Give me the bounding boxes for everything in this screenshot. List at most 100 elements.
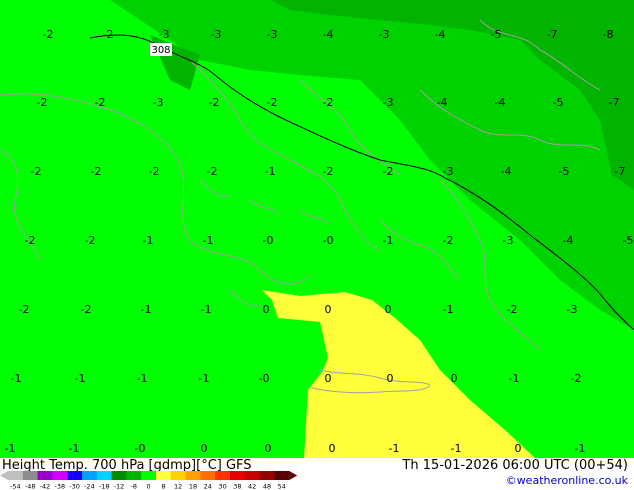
temp-label: -2 [149, 165, 160, 178]
scale-tick-label: 38 [233, 483, 241, 490]
temp-label: -1 [383, 234, 394, 247]
temp-label: 0 [325, 372, 332, 385]
scale-tick-label: 54 [278, 483, 286, 490]
temp-label: -2 [43, 28, 54, 41]
temp-label: -2 [19, 303, 30, 316]
contour-label: 308 [151, 45, 170, 56]
temp-label: -3 [153, 96, 164, 109]
scale-tick-label: 0 [147, 483, 151, 490]
temp-label: 0 [325, 303, 332, 316]
temp-label: -1 [5, 442, 16, 455]
scale-swatch [111, 471, 127, 480]
temp-label: -1 [443, 303, 454, 316]
map-datetime: Th 15-01-2026 06:00 UTC (00+54) [402, 458, 628, 473]
temp-label: -1 [451, 442, 462, 455]
temp-label: -2 [383, 165, 394, 178]
temp-label: -2 [323, 165, 334, 178]
temp-label: -1 [265, 165, 276, 178]
temp-label: -3 [159, 28, 170, 41]
scale-swatch [8, 471, 24, 480]
temp-label: -1 [69, 442, 80, 455]
temp-label: -1 [137, 372, 148, 385]
temp-label: 0 [201, 442, 208, 455]
temp-label: -0 [259, 372, 270, 385]
scale-tick-label: 30 [218, 483, 226, 490]
scale-left-arrow [0, 471, 8, 480]
temp-label: -1 [203, 234, 214, 247]
credit-link[interactable]: ©weatheronline.co.uk [506, 474, 628, 487]
map-footer: Height Temp. 700 hPa [gdmp][°C] GFS Th 1… [0, 458, 634, 490]
temp-label: -2 [25, 234, 36, 247]
temp-label: -8 [603, 28, 614, 41]
scale-swatch [52, 471, 68, 480]
scale-tick-label: 18 [189, 483, 197, 490]
scale-right-arrow [289, 471, 298, 480]
temp-label: -0 [135, 442, 146, 455]
temp-label: -2 [91, 165, 102, 178]
temp-label: -2 [31, 165, 42, 178]
scale-swatch [96, 471, 113, 480]
temp-label: -1 [389, 442, 400, 455]
temp-label: -3 [211, 28, 222, 41]
scale-tick-label: 12 [174, 483, 182, 490]
temp-label: -2 [267, 96, 278, 109]
scale-tick-label: -24 [84, 483, 95, 490]
scale-swatch [156, 471, 172, 480]
temp-label: -1 [199, 372, 210, 385]
scale-tick-label: -48 [25, 483, 36, 490]
temp-label: -4 [323, 28, 334, 41]
scale-swatch [230, 471, 246, 480]
temp-label: -0 [323, 234, 334, 247]
scale-swatch [259, 471, 275, 480]
scale-swatch [274, 471, 290, 480]
temp-label: -2 [85, 234, 96, 247]
temp-label: -1 [75, 372, 86, 385]
temp-label: -2 [37, 96, 48, 109]
temp-label: -2 [571, 372, 582, 385]
scale-swatch [244, 471, 261, 480]
scale-tick-label: 48 [263, 483, 271, 490]
scale-tick-label: -30 [69, 483, 80, 490]
temp-label: -5 [491, 28, 502, 41]
temp-label: -3 [267, 28, 278, 41]
temp-label: -3 [443, 165, 454, 178]
scale-tick-label: 8 [161, 483, 165, 490]
scale-swatch [37, 471, 53, 480]
temp-label: -1 [143, 234, 154, 247]
temp-label: -2 [443, 234, 454, 247]
temp-label: 0 [265, 442, 272, 455]
scale-swatch [200, 471, 216, 480]
temp-label: 0 [451, 372, 458, 385]
scale-swatch [141, 471, 157, 480]
temp-label: -7 [609, 96, 620, 109]
temp-label: -3 [567, 303, 578, 316]
temp-label: 0 [263, 303, 270, 316]
temp-label: -3 [379, 28, 390, 41]
temp-label: -4 [437, 96, 448, 109]
scale-swatch [22, 471, 39, 480]
scale-swatch [67, 471, 83, 480]
temp-label: -2 [507, 303, 518, 316]
temp-label: -1 [509, 372, 520, 385]
temp-label: -0 [263, 234, 274, 247]
temp-label: -3 [503, 234, 514, 247]
temp-label: -2 [323, 96, 334, 109]
temp-label: 0 [387, 372, 394, 385]
temp-label: -5 [553, 96, 564, 109]
temp-label: 0 [329, 442, 336, 455]
temp-label: -2 [207, 165, 218, 178]
scale-swatch [215, 471, 231, 480]
temp-label: -7 [615, 165, 626, 178]
scale-tick-label: -12 [114, 483, 125, 490]
temp-label: -1 [11, 372, 22, 385]
temp-label: -1 [141, 303, 152, 316]
temp-label: -2 [103, 28, 114, 41]
temp-label: -1 [201, 303, 212, 316]
scale-tick-label: -42 [40, 483, 51, 490]
color-scale: -54 -48 -42 -38 -30 -24 -18 -12 -8 0 8 12 18 24 30 38 42… [0, 471, 298, 490]
temp-label: -4 [501, 165, 512, 178]
temp-label: -4 [563, 234, 574, 247]
temp-label: -1 [575, 442, 586, 455]
temp-label: -2 [81, 303, 92, 316]
scale-tick-label: -54 [10, 483, 21, 490]
